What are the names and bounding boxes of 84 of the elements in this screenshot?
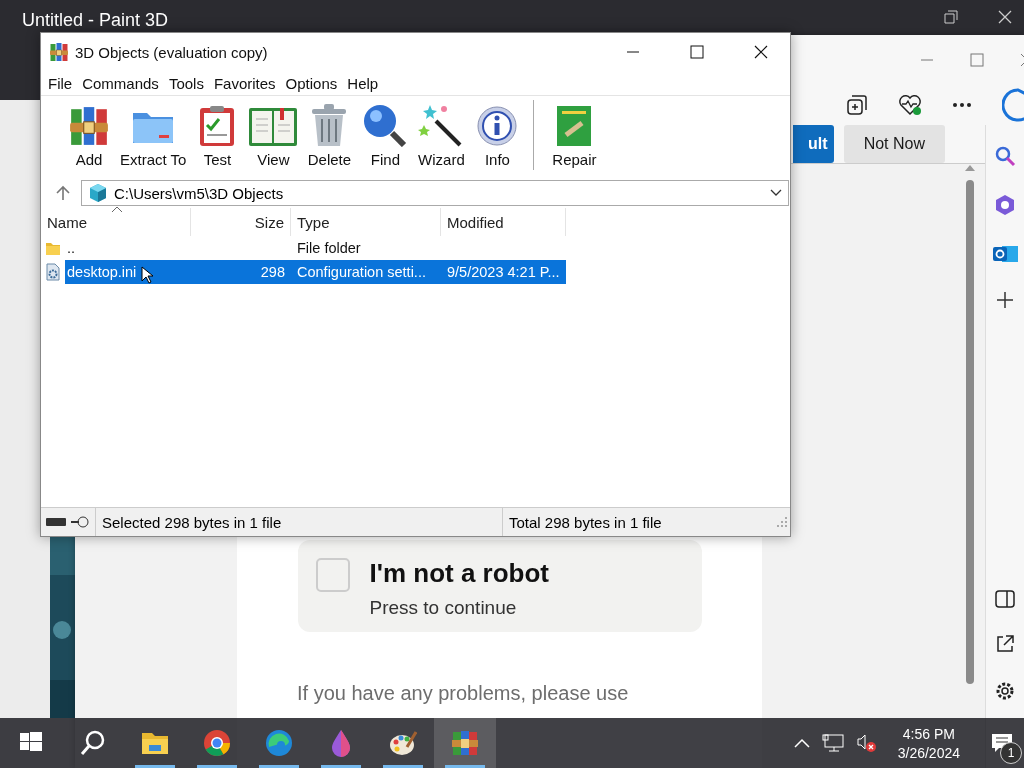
swirl-icon xyxy=(266,730,292,756)
folder-icon xyxy=(142,733,168,754)
app-icon xyxy=(49,42,69,62)
window-title: Untitled - Paint 3D xyxy=(22,10,169,31)
table-cell-text: File folder xyxy=(296,239,362,258)
up-arrow-icon[interactable] xyxy=(55,185,71,201)
maximize-icon xyxy=(690,45,704,59)
address-field[interactable]: C:\Users\vm5\3D Objects xyxy=(81,180,789,206)
window-title: 3D Objects (evaluation copy) xyxy=(75,43,269,61)
folder-icon xyxy=(45,240,61,256)
windows-logo-icon xyxy=(20,732,42,751)
info-icon xyxy=(476,105,519,147)
toolbar-button[interactable]: Repair xyxy=(546,100,603,168)
toolbar-button[interactable]: Extract To xyxy=(117,100,190,168)
help-text: If you have any problems, please use xyxy=(297,682,629,705)
clock[interactable]: 4:56 PM 3/26/2024 xyxy=(889,725,968,761)
table-cell: Configuration setti... xyxy=(291,260,441,284)
hexagon-logo-icon[interactable] xyxy=(993,193,1017,217)
mail-app-icon[interactable] xyxy=(992,243,1018,265)
trash-icon xyxy=(310,103,349,147)
toolbar-button[interactable]: View xyxy=(245,100,302,168)
close-icon xyxy=(754,45,768,59)
browser-circle-icon xyxy=(204,730,230,757)
cube-icon xyxy=(88,183,108,203)
search-icon xyxy=(80,730,105,755)
gear-file-icon xyxy=(45,263,61,281)
repair-book-icon xyxy=(556,105,593,147)
toolbar-button[interactable]: Info xyxy=(469,100,526,168)
menu-item[interactable]: Commands xyxy=(77,71,164,95)
file-name[interactable]: .. xyxy=(65,236,191,260)
drop-icon xyxy=(332,730,350,757)
column-header[interactable]: Modified xyxy=(441,208,566,236)
sort-caret-icon xyxy=(111,206,123,213)
captcha-subtitle: Press to continue xyxy=(369,597,518,619)
table-cell: 298 xyxy=(191,260,291,284)
notification-button[interactable]: 1 xyxy=(980,718,1024,768)
toolbar-button[interactable]: Test xyxy=(189,100,246,168)
book-icon xyxy=(248,105,299,147)
palette-icon xyxy=(390,731,417,755)
books-icon xyxy=(452,731,478,755)
resize-grip-icon xyxy=(776,516,788,528)
menu-item[interactable]: Favorites xyxy=(208,71,281,95)
column-header[interactable]: Type xyxy=(291,208,441,236)
muted-speaker-icon[interactable] xyxy=(855,733,878,753)
clipboard-icon xyxy=(198,105,237,147)
chevron-up-icon[interactable] xyxy=(793,738,810,748)
status-text: Total 298 bytes in 1 file xyxy=(502,508,774,536)
split-panel-icon[interactable] xyxy=(995,590,1015,608)
collections-icon[interactable] xyxy=(846,94,868,116)
search-icon[interactable] xyxy=(994,145,1016,167)
drive-key-icon xyxy=(45,515,91,529)
settings-icon[interactable] xyxy=(994,680,1016,702)
toolbar-button[interactable]: Add xyxy=(61,100,117,168)
dropdown-caret-icon xyxy=(770,189,782,197)
captcha-checkbox[interactable] xyxy=(315,558,350,592)
network-icon[interactable] xyxy=(821,734,844,752)
menu-item[interactable]: File xyxy=(43,71,78,95)
dismiss-button[interactable]: Not Now xyxy=(843,125,945,163)
captcha-title: I'm not a robot xyxy=(369,558,549,589)
menu-item[interactable]: Help xyxy=(342,71,384,95)
external-link-icon[interactable] xyxy=(995,634,1015,654)
column-header[interactable]: Name xyxy=(41,208,191,236)
scroll-up-icon[interactable] xyxy=(964,164,976,172)
toolbar-button[interactable]: Delete xyxy=(301,100,358,168)
table-cell: 9/5/2023 4:21 P... xyxy=(441,260,566,284)
toolbar-button[interactable]: Find xyxy=(357,100,414,168)
file-name[interactable]: desktop.ini xyxy=(65,260,191,284)
search-icon xyxy=(362,103,409,147)
status-text: Selected 298 bytes in 1 file xyxy=(95,508,502,536)
more-icon[interactable] xyxy=(952,102,972,108)
scrollbar-thumb[interactable] xyxy=(966,180,974,684)
chat-bubble-icon[interactable] xyxy=(1002,88,1024,122)
menu-item[interactable]: Options xyxy=(280,71,343,95)
restore-icon[interactable] xyxy=(944,10,958,24)
toolbar-button[interactable]: Wizard xyxy=(413,100,470,168)
books-icon xyxy=(68,105,110,147)
heart-pulse-icon[interactable] xyxy=(898,94,922,116)
column-header[interactable]: Size xyxy=(191,208,291,236)
add-icon[interactable] xyxy=(996,291,1014,309)
taskbar-app[interactable] xyxy=(434,718,496,768)
mouse-pointer-icon xyxy=(141,266,153,284)
menu-item[interactable]: Tools xyxy=(163,71,209,95)
primary-button[interactable]: ult xyxy=(792,125,834,163)
close-icon[interactable] xyxy=(998,10,1012,24)
